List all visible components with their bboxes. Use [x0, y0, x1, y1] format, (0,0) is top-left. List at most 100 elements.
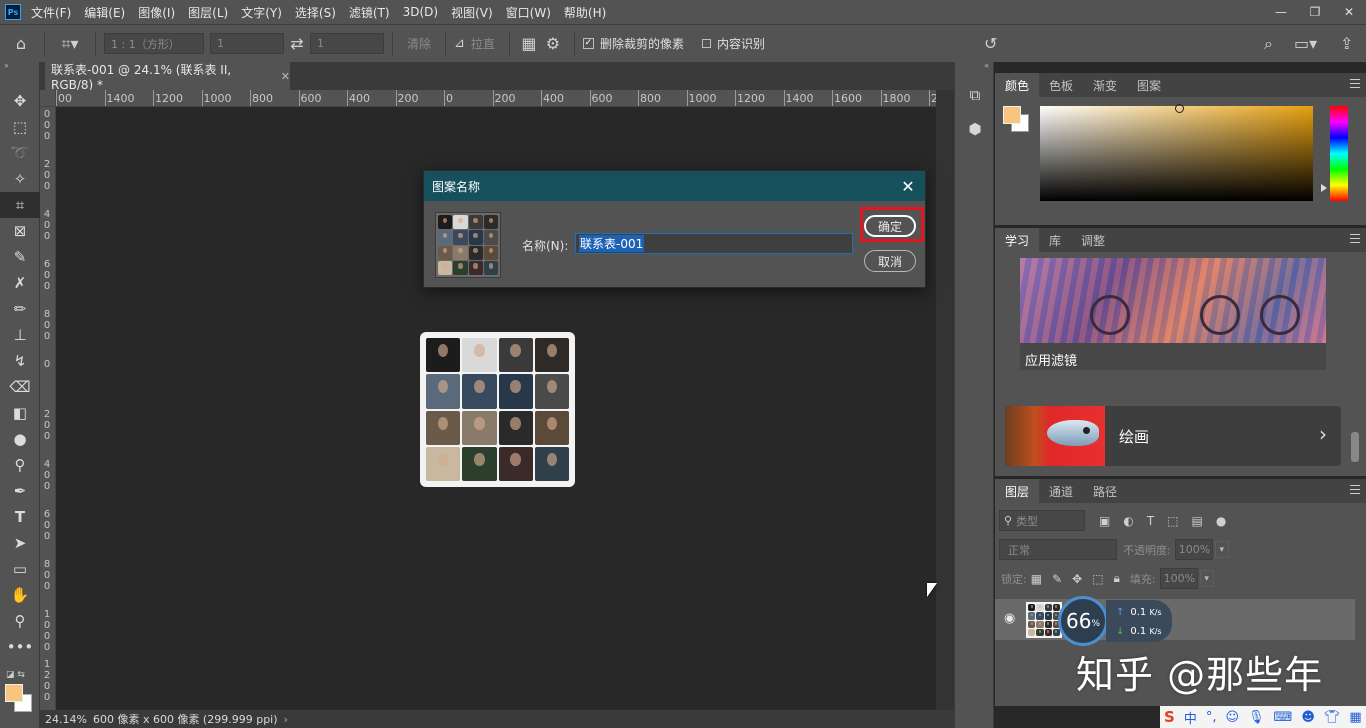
crop-ratio-select[interactable]: 1 : 1（方形）	[104, 33, 204, 54]
lock-all-icon[interactable]: 🔒︎	[1114, 571, 1120, 586]
expand-icon[interactable]: «	[955, 62, 993, 72]
panel-menu-icon[interactable]	[1350, 485, 1360, 494]
emoji-icon[interactable]: ☺	[1225, 710, 1239, 725]
default-colors-icon[interactable]: ◪ ⇆	[6, 670, 25, 680]
tab-adjustments[interactable]: 调整	[1071, 228, 1115, 252]
crop-width-input[interactable]: 1	[210, 33, 284, 54]
close-icon[interactable]: ✕	[899, 177, 917, 196]
menu-3d[interactable]: 3D(D)	[403, 5, 438, 19]
learn-card-painting[interactable]: 绘画 ›	[1005, 406, 1341, 466]
filter-shape-icon[interactable]: ⬚	[1167, 514, 1178, 528]
layer-kind-filter[interactable]: ⚲ 类型	[999, 510, 1085, 531]
close-window-icon[interactable]: ✕	[1332, 0, 1366, 24]
tab-libraries[interactable]: 库	[1039, 228, 1071, 252]
learn-card-filters[interactable]: 应用滤镜	[1020, 258, 1326, 370]
3d-panel-icon[interactable]: ⬢	[955, 112, 995, 146]
type-tool-icon[interactable]: T	[0, 504, 40, 530]
close-tab-icon[interactable]: ✕	[281, 70, 290, 83]
straighten-button[interactable]: 拉直	[471, 35, 495, 52]
tab-layers[interactable]: 图层	[995, 479, 1040, 503]
path-selection-tool-icon[interactable]: ➤	[0, 530, 40, 556]
share-icon[interactable]: ⇪	[1340, 34, 1353, 53]
blend-mode-select[interactable]: 正常	[999, 539, 1117, 560]
panel-foreground-swatch[interactable]	[1003, 106, 1021, 124]
tab-paths[interactable]: 路径	[1083, 479, 1127, 503]
zoom-level[interactable]: 24.14%	[45, 713, 87, 726]
menu-help[interactable]: 帮助(H)	[564, 4, 606, 21]
history-brush-tool-icon[interactable]: ↯	[0, 348, 40, 374]
ime-language-indicator[interactable]: 中	[1184, 708, 1197, 727]
gear-icon[interactable]: ⚙	[540, 34, 566, 53]
overlay-grid-icon[interactable]: ▦	[518, 34, 540, 53]
lock-pixels-icon[interactable]: ✎	[1052, 572, 1062, 586]
lock-artboard-icon[interactable]: ⬚	[1092, 572, 1103, 586]
clone-stamp-tool-icon[interactable]: ⊥	[0, 322, 40, 348]
skin-icon[interactable]: 👕︎	[1324, 710, 1341, 725]
restore-icon[interactable]: ❐	[1298, 0, 1332, 24]
tab-channels[interactable]: 通道	[1039, 479, 1083, 503]
panel-menu-icon[interactable]	[1350, 79, 1360, 88]
clear-button[interactable]: 清除	[407, 35, 431, 52]
document-tab[interactable]: 联系表-001 @ 24.1% (联系表 II, RGB/8) * ✕	[45, 62, 290, 92]
menu-view[interactable]: 视图(V)	[451, 4, 493, 21]
eye-icon[interactable]: ◉	[1004, 611, 1015, 626]
tab-swatches[interactable]: 色板	[1039, 73, 1083, 97]
fill-input[interactable]: 100%	[1159, 568, 1198, 589]
lasso-tool-icon[interactable]: ➰	[0, 140, 40, 166]
status-menu-arrow-icon[interactable]: ›	[284, 713, 288, 726]
color-swatches[interactable]: ◪ ⇆	[4, 670, 36, 714]
filter-toggle-icon[interactable]: ●	[1216, 514, 1226, 528]
menu-edit[interactable]: 编辑(E)	[84, 4, 125, 21]
tab-color[interactable]: 颜色	[995, 73, 1040, 97]
menu-layer[interactable]: 图层(L)	[188, 4, 228, 21]
tab-gradients[interactable]: 渐变	[1083, 73, 1127, 97]
gradient-tool-icon[interactable]: ◧	[0, 400, 40, 426]
blur-tool-icon[interactable]: ●	[0, 426, 40, 452]
opacity-input[interactable]: 100%	[1174, 539, 1213, 560]
user-icon[interactable]: ☻	[1301, 710, 1315, 725]
network-monitor-widget[interactable]: 66% ↑ 0.1 K/s ↓ 0.1 K/s	[1058, 596, 1173, 646]
filter-smart-object-icon[interactable]: ▤	[1192, 514, 1203, 528]
minimize-icon[interactable]: —	[1264, 0, 1298, 24]
eraser-tool-icon[interactable]: ⌫	[0, 374, 40, 400]
move-tool-icon[interactable]: ✥	[0, 88, 40, 114]
ime-punctuation-indicator[interactable]: °,	[1206, 710, 1217, 725]
more-tools-icon[interactable]: •••	[0, 634, 40, 660]
tab-learn[interactable]: 学习	[995, 228, 1040, 252]
swap-dimensions-icon[interactable]: ⇄	[284, 34, 310, 53]
menu-window[interactable]: 窗口(W)	[506, 4, 551, 21]
brush-tool-icon[interactable]: ✏	[0, 296, 40, 322]
menu-filter[interactable]: 滤镜(T)	[349, 4, 390, 21]
filter-type-icon[interactable]: T	[1147, 514, 1154, 528]
hue-slider[interactable]	[1330, 106, 1348, 201]
lock-transparent-icon[interactable]: ▦	[1031, 572, 1042, 586]
dodge-tool-icon[interactable]: ⚲	[0, 452, 40, 478]
chevron-down-icon[interactable]: ▾	[1214, 541, 1229, 558]
zoom-tool-icon[interactable]: ⚲	[0, 608, 40, 634]
foreground-color-swatch[interactable]	[5, 684, 23, 702]
frame-tool-icon[interactable]: ⊠	[0, 218, 40, 244]
ime-logo-icon[interactable]: S	[1164, 708, 1175, 726]
microphone-icon[interactable]: 🎙︎	[1248, 710, 1265, 725]
delete-cropped-checkbox[interactable]: ✓ 删除裁剪的像素	[582, 35, 684, 52]
learn-scrollbar[interactable]	[1350, 260, 1360, 470]
color-field[interactable]	[1040, 106, 1313, 201]
filter-pixel-icon[interactable]: ▣	[1099, 514, 1110, 528]
rectangle-tool-icon[interactable]: ▭	[0, 556, 40, 582]
history-panel-icon[interactable]: ⧉	[955, 78, 995, 112]
toolbox-icon[interactable]: ▦	[1349, 710, 1361, 725]
reset-undo-icon[interactable]: ↺	[984, 34, 997, 53]
checkbox-checked-icon[interactable]: ✓	[582, 38, 594, 49]
canvas-scrollbar[interactable]	[936, 90, 954, 710]
search-icon[interactable]: ⌕	[1264, 34, 1273, 54]
menu-image[interactable]: 图像(I)	[138, 4, 175, 21]
crop-height-input[interactable]: 1	[310, 33, 384, 54]
home-icon[interactable]: ⌂	[0, 34, 42, 53]
menu-select[interactable]: 选择(S)	[295, 4, 336, 21]
menu-type[interactable]: 文字(Y)	[241, 4, 282, 21]
workspace-icon[interactable]: ▭▾	[1294, 34, 1317, 53]
marquee-tool-icon[interactable]: ⬚	[0, 114, 40, 140]
keyboard-icon[interactable]: ⌨	[1274, 710, 1293, 725]
hue-slider-handle[interactable]	[1321, 184, 1327, 192]
tab-patterns[interactable]: 图案	[1127, 73, 1171, 97]
